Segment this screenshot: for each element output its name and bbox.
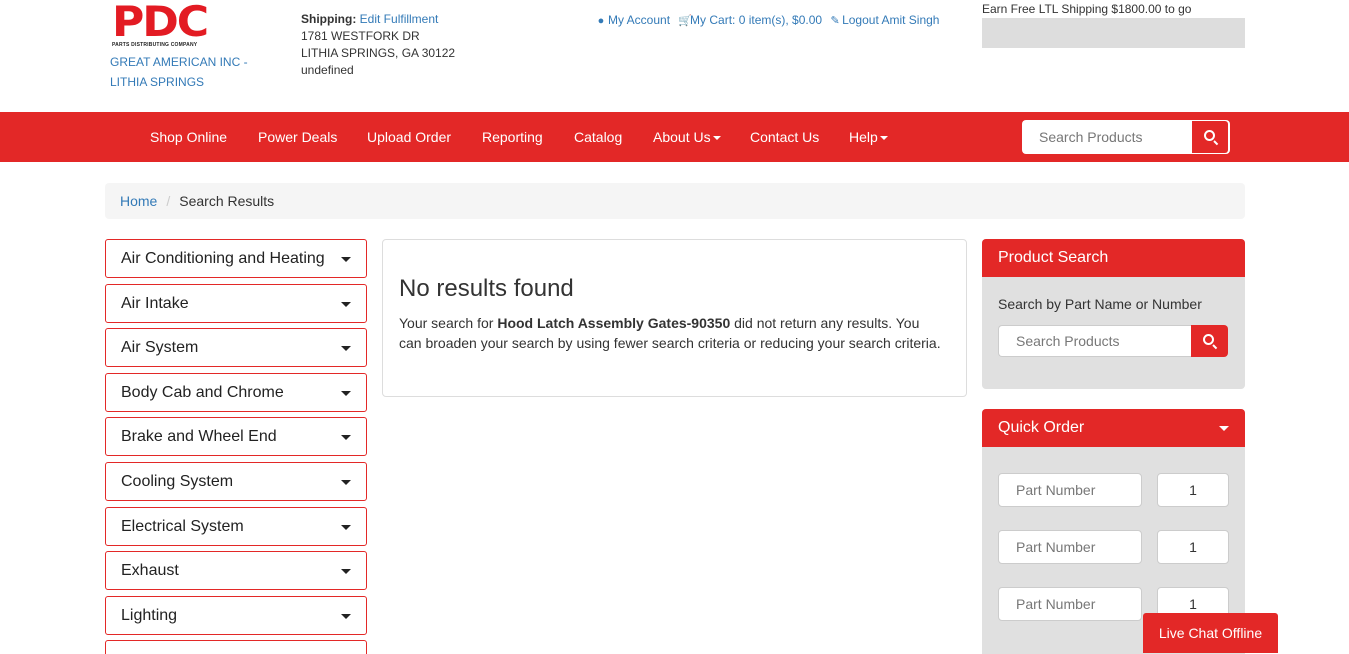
category-label: Electrical System <box>121 517 244 535</box>
no-results-message: Your search for Hood Latch Assembly Gate… <box>399 313 944 353</box>
caret-down-icon <box>1219 426 1229 431</box>
message-prefix: Your search for <box>399 315 498 331</box>
ltl-shipping-text: Earn Free LTL Shipping $1800.00 to go <box>982 2 1192 16</box>
no-results-heading: No results found <box>399 275 574 302</box>
category-list: Air Conditioning and Heating Air Intake … <box>105 239 367 654</box>
product-search-input[interactable] <box>998 325 1191 357</box>
category-item[interactable]: Air System <box>105 328 367 368</box>
search-icon <box>1203 334 1214 345</box>
category-item[interactable]: Air Intake <box>105 283 367 323</box>
shipping-info: Shipping: Edit Fulfillment 1781 WESTFORK… <box>301 11 455 79</box>
quick-order-title: Quick Order <box>998 419 1085 436</box>
caret-down-icon <box>341 346 351 352</box>
quick-order-row <box>998 473 1229 507</box>
address-line-1: 1781 WESTFORK DR <box>301 29 420 43</box>
pencil-icon: ✎ <box>830 15 840 27</box>
nav-about-us-label: About Us <box>653 129 711 145</box>
category-label: Air Conditioning and Heating <box>121 250 325 267</box>
company-line-2: LITHIA SPRINGS <box>110 75 205 89</box>
product-search-button[interactable] <box>1191 325 1228 357</box>
logout-label: Logout Amit Singh <box>842 13 940 27</box>
part-number-input[interactable] <box>998 530 1142 564</box>
caret-down-icon <box>712 136 721 141</box>
quick-order-row <box>998 530 1229 564</box>
main-navbar: Shop Online Power Deals Upload Order Rep… <box>0 112 1349 162</box>
top-links: ● My Account 🛒My Cart: 0 item(s), $0.00 ✎ Lo… <box>596 13 947 27</box>
category-item[interactable]: Cooling System <box>105 461 367 501</box>
user-icon: ● <box>597 15 605 27</box>
my-cart-link[interactable]: 🛒My Cart: 0 item(s), $0.00 <box>678 13 822 27</box>
caret-down-icon <box>341 301 351 307</box>
product-search-panel: Product Search Search by Part Name or Nu… <box>982 239 1245 389</box>
quick-order-header[interactable]: Quick Order <box>982 409 1245 447</box>
caret-down-icon <box>341 479 351 485</box>
nav-search-input[interactable] <box>1022 120 1192 154</box>
category-label: Lighting <box>121 606 178 624</box>
breadcrumb: Home / Search Results <box>105 183 1245 219</box>
product-search-box <box>998 325 1228 357</box>
category-item[interactable]: Exhaust <box>105 551 367 591</box>
category-label: Cooling System <box>121 472 234 490</box>
company-line-1: GREAT AMERICAN INC - <box>110 55 248 69</box>
nav-power-deals[interactable]: Power Deals <box>258 112 337 162</box>
category-item-partial[interactable] <box>105 640 367 654</box>
my-cart-label: My Cart: 0 item(s), $0.00 <box>690 13 823 27</box>
nav-catalog[interactable]: Catalog <box>574 112 622 162</box>
category-label: Body Cab and Chrome <box>121 383 284 401</box>
category-item[interactable]: Lighting <box>105 595 367 635</box>
product-search-title: Product Search <box>982 239 1245 277</box>
nav-help-label: Help <box>849 129 878 145</box>
logout-link[interactable]: ✎ Logout Amit Singh <box>830 13 939 27</box>
nav-reporting[interactable]: Reporting <box>482 112 543 162</box>
search-icon <box>1204 130 1215 141</box>
nav-contact-us[interactable]: Contact Us <box>750 112 819 162</box>
search-results-panel: No results found Your search for Hood La… <box>382 239 967 397</box>
category-label: Air System <box>121 339 199 357</box>
caret-down-icon <box>341 257 351 262</box>
caret-down-icon <box>879 136 888 141</box>
product-search-label: Search by Part Name or Number <box>998 296 1202 312</box>
caret-down-icon <box>341 524 351 530</box>
ltl-progress-bar <box>982 18 1245 48</box>
search-query: Hood Latch Assembly Gates-90350 <box>497 315 731 331</box>
category-item[interactable]: Body Cab and Chrome <box>105 372 367 412</box>
quantity-input[interactable] <box>1157 473 1229 507</box>
nav-about-us[interactable]: About Us <box>653 112 721 162</box>
pdc-logo[interactable]: PDC PARTS DISTRIBUTING COMPANY <box>112 1 212 49</box>
live-chat-button[interactable]: Live Chat Offline <box>1143 613 1278 653</box>
category-item[interactable]: Brake and Wheel End <box>105 417 367 457</box>
category-label: Exhaust <box>121 562 179 580</box>
cart-icon: 🛒 <box>678 15 692 27</box>
caret-down-icon <box>341 390 351 396</box>
nav-help[interactable]: Help <box>849 112 888 162</box>
address-line-2: LITHIA SPRINGS, GA 30122 <box>301 46 456 60</box>
category-label: Brake and Wheel End <box>121 428 277 446</box>
caret-down-icon <box>341 435 351 441</box>
quantity-input[interactable] <box>1157 530 1229 564</box>
category-label: Air Intake <box>121 294 189 312</box>
logo-text: PDC <box>112 0 209 46</box>
breadcrumb-separator: / <box>166 193 171 209</box>
part-number-input[interactable] <box>998 587 1142 621</box>
nav-upload-order[interactable]: Upload Order <box>367 112 451 162</box>
category-item[interactable]: Electrical System <box>105 506 367 546</box>
nav-search-button[interactable] <box>1192 121 1228 153</box>
caret-down-icon <box>341 569 351 575</box>
my-account-link[interactable]: ● My Account <box>596 13 670 27</box>
address-line-3: undefined <box>301 63 354 77</box>
breadcrumb-home[interactable]: Home <box>120 193 157 209</box>
edit-fulfillment-link[interactable]: Edit Fulfillment <box>360 12 439 26</box>
my-account-label: My Account <box>608 13 671 27</box>
nav-search-box <box>1022 120 1230 154</box>
shipping-label: Shipping: <box>301 12 357 26</box>
caret-down-icon <box>341 613 351 619</box>
company-name[interactable]: GREAT AMERICAN INC - LITHIA SPRINGS <box>110 52 280 92</box>
category-item[interactable]: Air Conditioning and Heating <box>105 239 367 278</box>
part-number-input[interactable] <box>998 473 1142 507</box>
nav-shop-online[interactable]: Shop Online <box>150 112 227 162</box>
breadcrumb-current: Search Results <box>179 193 275 209</box>
